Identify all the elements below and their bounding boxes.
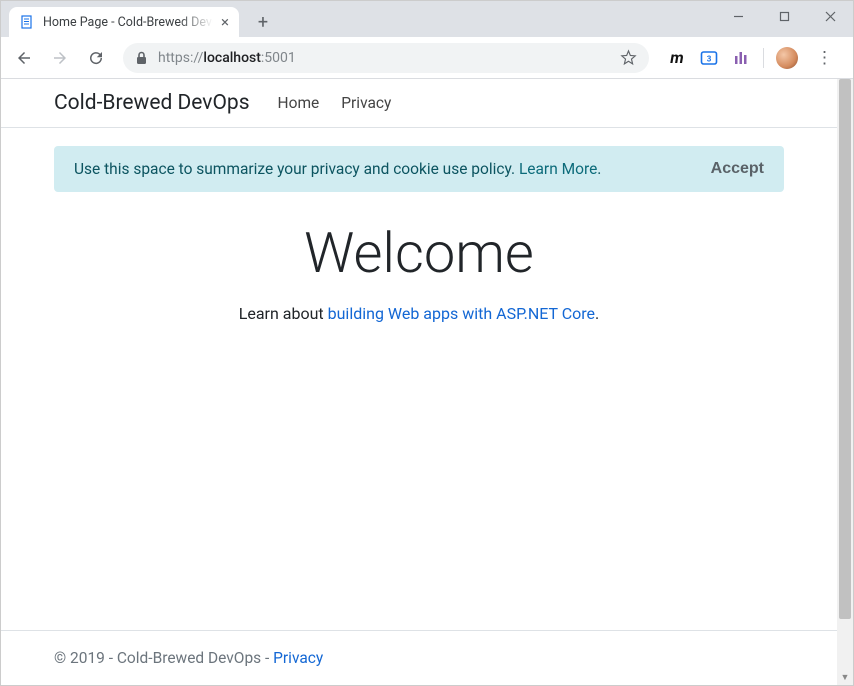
extension-icons: m 3 ⋮ [661, 47, 845, 69]
browser-toolbar: https://localhost:5001 m 3 ⋮ [1, 37, 853, 79]
extension-m-icon[interactable]: m [667, 48, 687, 68]
extension-card-icon[interactable]: 3 [699, 48, 719, 68]
scrollbar-thumb[interactable] [839, 79, 851, 619]
address-bar[interactable]: https://localhost:5001 [123, 43, 649, 73]
nav-link-privacy[interactable]: Privacy [341, 94, 391, 112]
cookie-alert: Use this space to summarize your privacy… [54, 146, 784, 192]
accept-button[interactable]: Accept [711, 160, 764, 178]
close-tab-icon[interactable]: × [221, 13, 229, 31]
site-footer: © 2019 - Cold-Brewed DevOps - Privacy [1, 630, 837, 685]
vertical-scrollbar[interactable]: ▼ [837, 79, 853, 685]
nav-links: Home Privacy [278, 94, 392, 112]
page-content: Cold-Brewed DevOps Home Privacy Use this… [1, 79, 837, 685]
browser-menu-button[interactable]: ⋮ [810, 48, 839, 68]
lead-prefix: Learn about [239, 304, 328, 323]
profile-avatar[interactable] [776, 47, 798, 69]
main-content: Use this space to summarize your privacy… [1, 128, 837, 630]
maximize-button[interactable] [761, 1, 807, 31]
brand-link[interactable]: Cold-Brewed DevOps [54, 91, 250, 115]
url-text: https://localhost:5001 [158, 50, 610, 66]
browser-titlebar: Home Page - Cold-Brewed DevOps × + [1, 1, 853, 37]
lead-text: Learn about building Web apps with ASP.N… [54, 304, 784, 323]
viewport: Cold-Brewed DevOps Home Privacy Use this… [1, 79, 853, 685]
back-button[interactable] [9, 43, 39, 73]
svg-text:3: 3 [707, 54, 712, 63]
new-tab-button[interactable]: + [249, 7, 277, 37]
lock-icon [135, 51, 148, 65]
footer-privacy-link[interactable]: Privacy [273, 649, 323, 667]
page-scroll: Cold-Brewed DevOps Home Privacy Use this… [1, 79, 837, 685]
window-controls [715, 1, 853, 31]
forward-button[interactable] [45, 43, 75, 73]
footer-text: © 2019 - Cold-Brewed DevOps - [54, 649, 273, 667]
bookmark-star-icon[interactable] [620, 49, 637, 66]
alert-period: . [597, 160, 601, 178]
extension-bars-icon[interactable] [731, 48, 751, 68]
tab-title: Home Page - Cold-Brewed DevOps [43, 15, 213, 30]
alert-message: Use this space to summarize your privacy… [74, 160, 601, 178]
close-window-button[interactable] [807, 1, 853, 31]
browser-tab[interactable]: Home Page - Cold-Brewed DevOps × [9, 7, 239, 37]
alert-text: Use this space to summarize your privacy… [74, 160, 519, 178]
lead-link[interactable]: building Web apps with ASP.NET Core [328, 304, 595, 323]
toolbar-separator [763, 48, 764, 68]
nav-link-home[interactable]: Home [278, 94, 320, 112]
scroll-down-arrow-icon[interactable]: ▼ [837, 669, 853, 685]
minimize-button[interactable] [715, 1, 761, 31]
hero: Welcome Learn about building Web apps wi… [54, 220, 784, 323]
site-navbar: Cold-Brewed DevOps Home Privacy [1, 79, 837, 128]
favicon-icon [19, 14, 35, 30]
reload-button[interactable] [81, 43, 111, 73]
page-title: Welcome [54, 220, 784, 286]
learn-more-link[interactable]: Learn More [519, 160, 597, 178]
lead-suffix: . [595, 304, 599, 323]
